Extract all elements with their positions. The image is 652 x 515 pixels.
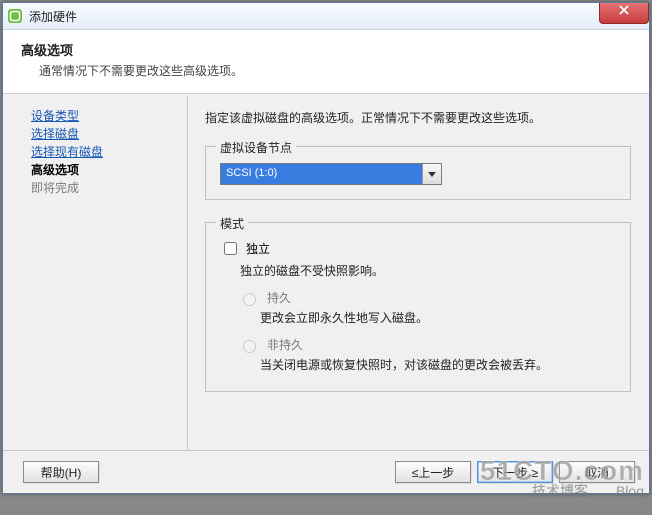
step-advanced-options[interactable]: 高级选项 bbox=[31, 161, 167, 179]
persistent-desc: 更改会立即永久性地写入磁盘。 bbox=[220, 309, 616, 326]
header-subtitle: 通常情况下不需要更改这些高级选项。 bbox=[21, 62, 631, 79]
virtual-device-node-select[interactable]: SCSI (1:0) bbox=[220, 163, 442, 185]
next-button[interactable]: 下一步 ≥ bbox=[477, 461, 553, 483]
dropdown-icon[interactable] bbox=[422, 164, 441, 184]
back-button[interactable]: ≤上一步 bbox=[395, 461, 471, 483]
step-existing-disk[interactable]: 选择现有磁盘 bbox=[31, 143, 167, 161]
app-icon bbox=[7, 8, 23, 24]
mode-legend: 模式 bbox=[216, 215, 248, 232]
instruction-text: 指定该虚拟磁盘的高级选项。正常情况下不需要更改这些选项。 bbox=[205, 109, 631, 126]
step-ready-to-complete: 即将完成 bbox=[31, 179, 167, 197]
wizard-window: 添加硬件 高级选项 通常情况下不需要更改这些高级选项。 设备类型 选择磁盘 选择… bbox=[2, 2, 650, 494]
virtual-device-node-value: SCSI (1:0) bbox=[221, 164, 422, 184]
wizard-footer: 帮助(H) ≤上一步 下一步 ≥ 取消 bbox=[3, 450, 649, 493]
nonpersistent-desc: 当关闭电源或恢复快照时，对该磁盘的更改会被丢弃。 bbox=[220, 356, 616, 373]
help-button[interactable]: 帮助(H) bbox=[23, 461, 99, 483]
cancel-button[interactable]: 取消 bbox=[559, 461, 635, 483]
mode-group: 模式 独立 独立的磁盘不受快照影响。 持久 更改会立即永久性地写入磁盘。 非持久… bbox=[205, 222, 631, 392]
header-title: 高级选项 bbox=[21, 40, 631, 59]
independent-desc: 独立的磁盘不受快照影响。 bbox=[220, 262, 616, 279]
nonpersistent-radio[interactable] bbox=[243, 340, 256, 353]
step-select-disk[interactable]: 选择磁盘 bbox=[31, 125, 167, 143]
wizard-steps-sidebar: 设备类型 选择磁盘 选择现有磁盘 高级选项 即将完成 bbox=[3, 95, 188, 451]
independent-checkbox[interactable] bbox=[224, 242, 237, 255]
close-button[interactable] bbox=[599, 3, 649, 24]
step-device-type[interactable]: 设备类型 bbox=[31, 107, 167, 125]
wizard-header: 高级选项 通常情况下不需要更改这些高级选项。 bbox=[3, 30, 649, 94]
virtual-device-node-legend: 虚拟设备节点 bbox=[216, 139, 296, 156]
window-title: 添加硬件 bbox=[29, 8, 77, 25]
virtual-device-node-group: 虚拟设备节点 SCSI (1:0) bbox=[205, 146, 631, 200]
persistent-radio[interactable] bbox=[243, 293, 256, 306]
wizard-main-panel: 指定该虚拟磁盘的高级选项。正常情况下不需要更改这些选项。 虚拟设备节点 SCSI… bbox=[189, 95, 649, 451]
persistent-label: 持久 bbox=[267, 289, 291, 306]
independent-label: 独立 bbox=[246, 240, 270, 257]
nonpersistent-label: 非持久 bbox=[267, 336, 303, 353]
titlebar: 添加硬件 bbox=[3, 3, 649, 30]
